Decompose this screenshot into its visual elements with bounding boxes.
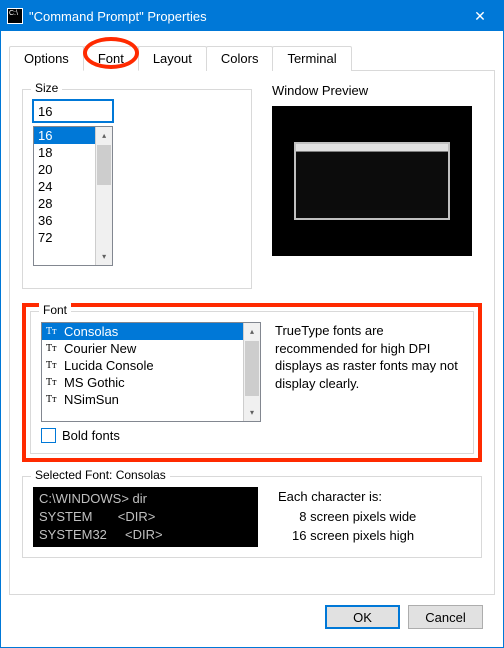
size-scrollbar[interactable]: ▴ ▾ [95,127,112,265]
tab-font[interactable]: Font [83,46,139,71]
scroll-down-icon[interactable]: ▾ [96,248,112,265]
font-description: TrueType fonts are recommended for high … [275,322,463,422]
window-preview-label: Window Preview [272,83,482,98]
size-option[interactable]: 20 [34,161,95,178]
bold-fonts-label: Bold fonts [62,428,120,443]
tab-content: Size 16 18 20 24 28 36 72 ▴ [9,71,495,595]
client-area: Options Font Layout Colors Terminal Size… [1,31,503,647]
font-scrollbar[interactable]: ▴ ▾ [243,323,260,421]
truetype-icon: Ƭᴛ [46,394,60,405]
size-label: Size [31,81,62,95]
font-option[interactable]: ƬᴛNSimSun [42,391,243,408]
size-input[interactable] [33,100,113,122]
scroll-thumb[interactable] [97,145,111,185]
bold-fonts-checkbox[interactable] [41,428,56,443]
each-char-label: Each character is: [278,487,416,507]
scroll-thumb[interactable] [245,341,259,396]
selected-font-group: Selected Font: Consolas C:\WINDOWS> dir … [22,476,482,558]
tab-terminal[interactable]: Terminal [272,46,351,71]
size-option[interactable]: 16 [34,127,95,144]
preview-mini-window [294,142,450,220]
font-section-highlight: Font ƬᴛConsolas ƬᴛCourier New ƬᴛLucida C… [22,303,482,462]
char-width: 8 screen pixels wide [278,507,416,527]
size-option[interactable]: 36 [34,212,95,229]
tab-layout[interactable]: Layout [138,46,207,71]
truetype-icon: Ƭᴛ [46,326,60,337]
character-info: Each character is: 8 screen pixels wide … [278,487,416,547]
tab-options[interactable]: Options [9,46,84,71]
truetype-icon: Ƭᴛ [46,360,60,371]
size-option[interactable]: 24 [34,178,95,195]
size-group: Size 16 18 20 24 28 36 72 ▴ [22,89,252,289]
font-label: Font [39,303,71,317]
char-height: 16 screen pixels high [278,526,416,546]
font-sample: C:\WINDOWS> dir SYSTEM <DIR> SYSTEM32 <D… [33,487,258,547]
ok-button[interactable]: OK [325,605,400,629]
tab-colors[interactable]: Colors [206,46,274,71]
properties-window: C:\ "Command Prompt" Properties ✕ Option… [0,0,504,648]
scroll-up-icon[interactable]: ▴ [244,323,260,340]
truetype-icon: Ƭᴛ [46,343,60,354]
font-group: Font ƬᴛConsolas ƬᴛCourier New ƬᴛLucida C… [30,311,474,454]
size-option[interactable]: 72 [34,229,95,246]
close-button[interactable]: ✕ [457,1,503,31]
truetype-icon: Ƭᴛ [46,377,60,388]
size-option[interactable]: 28 [34,195,95,212]
font-option[interactable]: ƬᴛCourier New [42,340,243,357]
size-option[interactable]: 18 [34,144,95,161]
cancel-button[interactable]: Cancel [408,605,483,629]
tab-strip: Options Font Layout Colors Terminal [9,45,495,71]
size-listbox[interactable]: 16 18 20 24 28 36 72 ▴ ▾ [33,126,113,266]
window-title: "Command Prompt" Properties [29,9,457,24]
font-listbox[interactable]: ƬᴛConsolas ƬᴛCourier New ƬᴛLucida Consol… [41,322,261,422]
font-option[interactable]: ƬᴛMS Gothic [42,374,243,391]
selected-font-label: Selected Font: Consolas [31,468,170,482]
dialog-buttons: OK Cancel [9,595,495,639]
font-option[interactable]: ƬᴛConsolas [42,323,243,340]
font-option[interactable]: ƬᴛLucida Console [42,357,243,374]
cmd-icon: C:\ [7,8,23,24]
scroll-up-icon[interactable]: ▴ [96,127,112,144]
titlebar: C:\ "Command Prompt" Properties ✕ [1,1,503,31]
window-preview [272,106,472,256]
scroll-down-icon[interactable]: ▾ [244,404,260,421]
